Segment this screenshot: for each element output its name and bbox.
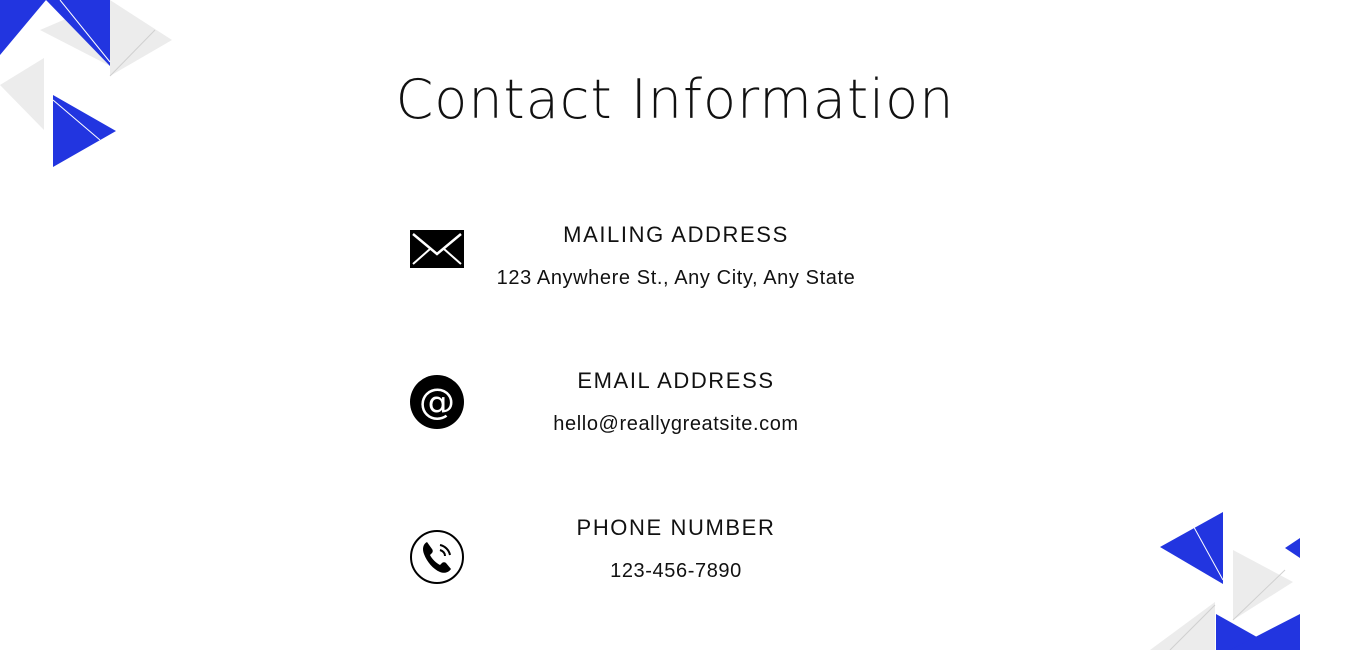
contact-label: EMAIL ADDRESS [577,368,775,393]
contact-row-phone-number: PHONE NUMBER 123-456-7890 [0,513,1350,603]
contact-value-email: hello@reallygreatsite.com [553,413,799,435]
contact-label: PHONE NUMBER [576,515,776,540]
contact-value-address: 123 Anywhere St., Any City, Any State [496,267,856,289]
contact-row-mailing-address: MAILING ADDRESS 123 Anywhere St., Any Ci… [0,220,1350,310]
contact-value-phone: 123-456-7890 [610,560,742,582]
contact-row-email-address: @ EMAIL ADDRESS hello@reallygreatsite.co… [0,366,1350,456]
contact-label: MAILING ADDRESS [563,222,789,247]
page-title: Contact Information [395,68,955,131]
